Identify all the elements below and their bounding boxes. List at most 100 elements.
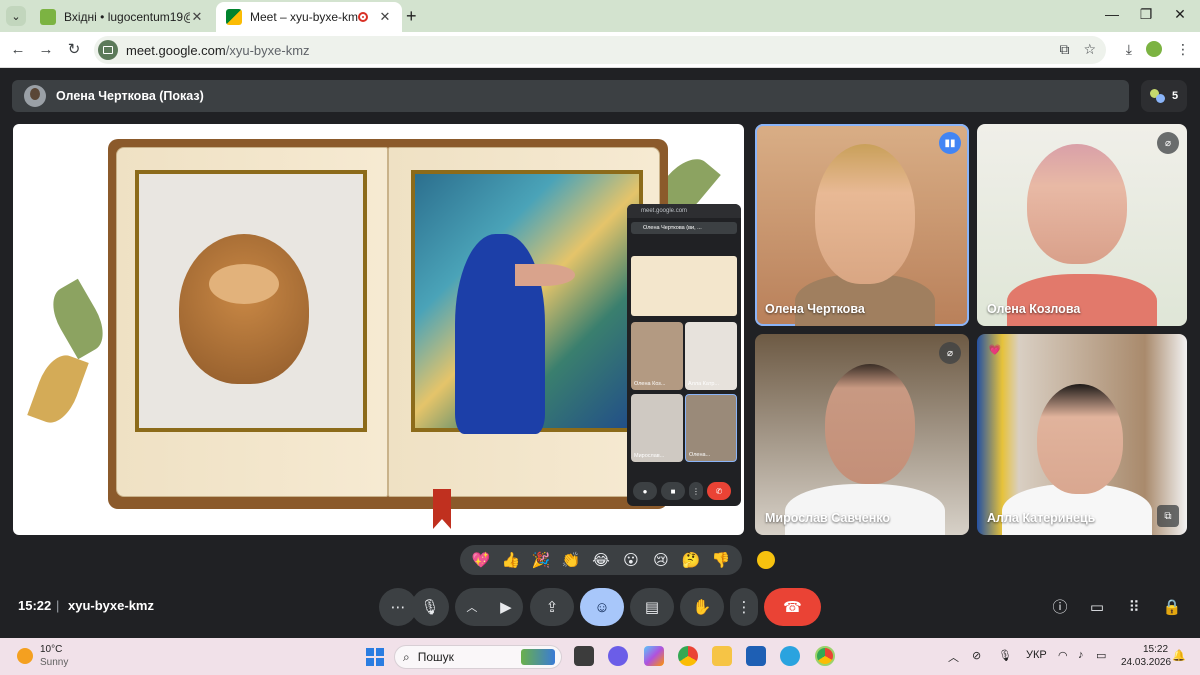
pin-tile-icon[interactable]: ⧉ [1157, 505, 1179, 527]
person-face [815, 144, 915, 284]
participant-tile[interactable]: ⌀ Олена Козлова [977, 124, 1187, 326]
camera-off-icon[interactable]: ⊘ [972, 649, 981, 662]
chat-icon[interactable]: ▭ [1087, 598, 1107, 618]
language-indicator[interactable]: УКР [1026, 649, 1047, 661]
task-view-icon[interactable] [574, 646, 594, 666]
search-highlight-image [521, 649, 555, 665]
chrome-icon[interactable] [678, 646, 698, 666]
tab-title: Вхідні • lugocentum19@ukr.net [64, 10, 190, 24]
bookmark-star-icon[interactable]: ☆ [1083, 41, 1096, 58]
person-body [1007, 274, 1157, 326]
wifi-icon[interactable]: ◠ [1058, 649, 1068, 662]
tab-title: Meet – xyu-byxe-kmz [250, 10, 358, 24]
people-icon [1149, 89, 1166, 103]
book-page-left [116, 147, 388, 497]
close-tab-icon[interactable]: ✕ [190, 9, 204, 25]
shared-screen[interactable]: meet.google.com Олена Черткова (ви, ... … [13, 124, 744, 535]
download-icon[interactable]: ⤓ [1126, 41, 1132, 58]
book-illustration [108, 139, 668, 529]
reaction-party[interactable]: 🎉 [529, 551, 553, 569]
sun-icon[interactable] [17, 648, 33, 664]
bookmark-ribbon [433, 489, 451, 529]
reaction-heart[interactable]: 💖 [469, 551, 493, 569]
browser-tab-strip: ⌄ Вхідні • lugocentum19@ukr.net ✕ Meet –… [0, 0, 1200, 32]
address-bar[interactable]: meet.google.com/xyu-byxe-kmz ⧉ ☆ [94, 36, 1106, 64]
participant-count: 5 [1171, 90, 1179, 102]
camera-icon: ▶ [500, 599, 512, 616]
microphone-button[interactable]: 🎙 [411, 588, 449, 626]
search-icon: ⌕ [403, 649, 410, 664]
copilot-icon[interactable] [644, 646, 664, 666]
translate-icon[interactable]: ⧉ [1059, 41, 1069, 58]
weather-description[interactable]: Sunny [40, 657, 68, 668]
close-window-icon[interactable]: ✕ [1160, 6, 1200, 23]
more-horizontal-icon: ⋯ [390, 599, 406, 616]
start-button[interactable] [366, 648, 384, 666]
tab-meet[interactable]: Meet – xyu-byxe-kmz ✕ [216, 2, 402, 32]
captions-button[interactable]: ▤ [630, 588, 674, 626]
close-tab-icon[interactable]: ✕ [378, 9, 392, 25]
forward-icon[interactable]: → [36, 40, 56, 60]
chat-app-icon[interactable] [608, 646, 628, 666]
reload-icon[interactable]: ↻ [64, 40, 84, 60]
hand-icon: ✋ [692, 599, 712, 616]
recording-icon [358, 12, 368, 22]
file-explorer-icon[interactable] [712, 646, 732, 666]
mic-tray-icon[interactable]: 🎙 [998, 649, 1012, 662]
chrome-profile-icon[interactable] [815, 646, 835, 666]
leave-call-button[interactable]: ☎ [764, 588, 821, 626]
raise-hand-button[interactable]: ✋ [680, 588, 724, 626]
reaction-surprised[interactable]: 😮 [619, 551, 643, 569]
reaction-sad[interactable]: 😢 [649, 551, 673, 569]
browser-menu-icon[interactable]: ⋮ [1176, 41, 1190, 58]
peacock-drawing [455, 234, 575, 434]
telegram-icon[interactable] [780, 646, 800, 666]
book-page-right [388, 147, 660, 497]
meet-favicon-icon [226, 9, 242, 25]
show-hidden-icons[interactable]: ︿ [948, 649, 959, 665]
clock-date[interactable]: 24.03.2026 [1121, 657, 1171, 668]
battery-icon[interactable]: ▭ [1096, 649, 1106, 662]
more-options-button[interactable]: ⋮ [730, 588, 758, 626]
hangup-icon: ☎ [783, 599, 802, 616]
reaction-laugh[interactable]: 😂 [589, 551, 613, 569]
weather-temperature[interactable]: 10°C [40, 644, 62, 655]
reaction-thumbs-up[interactable]: 👍 [499, 551, 523, 569]
chevron-up-icon[interactable]: ︿ [466, 599, 477, 615]
notification-bell-icon[interactable]: 🔔 [1172, 649, 1186, 662]
present-button[interactable]: ⇪ [530, 588, 574, 626]
participant-tile[interactable]: ⌀ Мирослав Савченко [755, 334, 969, 535]
tab-mail[interactable]: Вхідні • lugocentum19@ukr.net ✕ [30, 2, 214, 32]
camera-button[interactable]: ︿ ▶ [455, 588, 523, 626]
volume-icon[interactable]: ♪ [1078, 649, 1084, 661]
presenter-label: Олена Черткова (Показ) [56, 89, 204, 103]
skin-tone-picker[interactable] [757, 551, 775, 569]
new-tab-icon[interactable]: + [406, 6, 417, 27]
participant-tile[interactable]: 💗 ⧉ Алла Катеринець [977, 334, 1187, 535]
reaction-thumbs-down[interactable]: 👎 [709, 551, 733, 569]
reaction-clap[interactable]: 👏 [559, 551, 583, 569]
reaction-thinking[interactable]: 🤔 [679, 551, 703, 569]
reactions-button[interactable]: ☺ [580, 588, 624, 626]
browser-toolbar: ← → ↻ meet.google.com/xyu-byxe-kmz ⧉ ☆ ⤓… [0, 32, 1200, 68]
participant-tile[interactable]: ▮▮ Олена Черткова [755, 124, 969, 326]
clock-time[interactable]: 15:22 [1143, 644, 1168, 655]
meeting-info-icon[interactable]: ⓘ [1050, 598, 1070, 618]
participants-button[interactable]: 5 [1141, 80, 1187, 112]
presenter-bar[interactable]: Олена Черткова (Показ) [12, 80, 1129, 112]
taskbar-search[interactable]: ⌕ Пошук [394, 645, 562, 669]
tab-search-icon[interactable]: ⌄ [6, 6, 26, 26]
participant-name: Олена Черткова [765, 302, 865, 316]
site-info-icon[interactable] [98, 40, 118, 60]
smiley-icon: ☺ [594, 598, 610, 616]
back-icon[interactable]: ← [8, 40, 28, 60]
activities-icon[interactable]: ⠿ [1124, 598, 1144, 618]
photo-editor-icon[interactable] [746, 646, 766, 666]
mini-tile: Олена... [685, 394, 737, 462]
participant-name: Алла Катеринець [987, 511, 1096, 525]
meeting-time: 15:22 [18, 598, 52, 613]
profile-avatar-icon[interactable] [1146, 41, 1162, 57]
host-controls-icon[interactable]: 🔒 [1162, 598, 1182, 618]
person-face [1037, 384, 1123, 494]
beaver-drawing [179, 234, 309, 384]
